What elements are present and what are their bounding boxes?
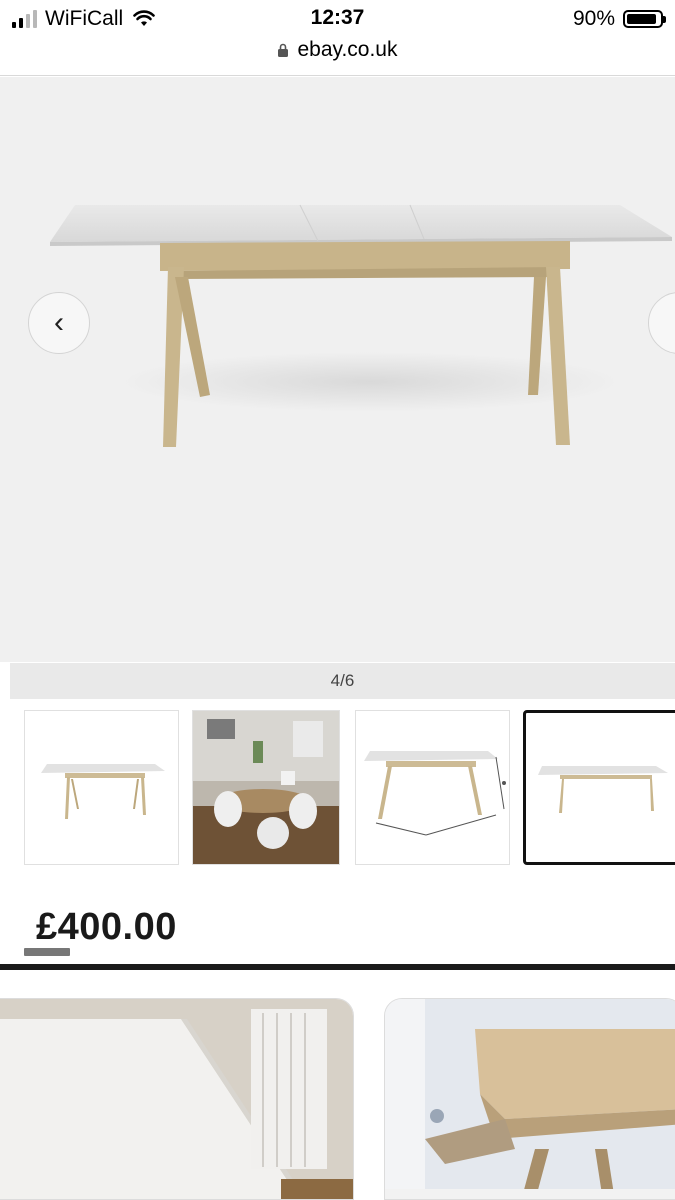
related-card-2-image bbox=[385, 999, 675, 1199]
thumbnail-1[interactable] bbox=[24, 710, 179, 865]
thumbnail-4[interactable] bbox=[523, 710, 675, 865]
address-bar[interactable]: ebay.co.uk bbox=[0, 38, 675, 62]
thumbnail-2[interactable] bbox=[192, 710, 340, 865]
battery-percent: 90% bbox=[572, 7, 615, 30]
image-gallery[interactable]: ‹ › bbox=[0, 77, 675, 662]
related-card-1-image bbox=[0, 999, 353, 1199]
thumbnail-strip bbox=[0, 700, 675, 876]
url-text: ebay.co.uk bbox=[297, 38, 398, 61]
image-counter: 4/6 bbox=[10, 663, 675, 699]
thumbnail-3-image bbox=[364, 751, 506, 836]
status-right: 90% bbox=[572, 7, 666, 31]
related-card-1[interactable] bbox=[0, 998, 354, 1200]
thumbnail-3[interactable] bbox=[355, 710, 510, 865]
main-product-image[interactable] bbox=[0, 77, 675, 662]
chevron-left-icon: ‹ bbox=[54, 306, 64, 339]
thumbnail-2-image bbox=[193, 711, 339, 864]
thumbnail-4-image bbox=[538, 766, 668, 813]
price-section: £400.00 bbox=[0, 878, 675, 964]
previous-image-button[interactable]: ‹ bbox=[28, 292, 90, 354]
related-card-2[interactable] bbox=[384, 998, 675, 1200]
battery-icon bbox=[623, 10, 666, 28]
status-bar: WiFiCall 12:37 ebay.co.uk 90% bbox=[0, 0, 675, 76]
lock-icon bbox=[278, 43, 289, 57]
section-divider bbox=[0, 964, 675, 970]
thumbnail-1-image bbox=[41, 764, 165, 819]
price-underline-badge bbox=[24, 948, 70, 956]
battery-fill bbox=[627, 14, 656, 24]
item-price: £400.00 bbox=[36, 906, 177, 948]
